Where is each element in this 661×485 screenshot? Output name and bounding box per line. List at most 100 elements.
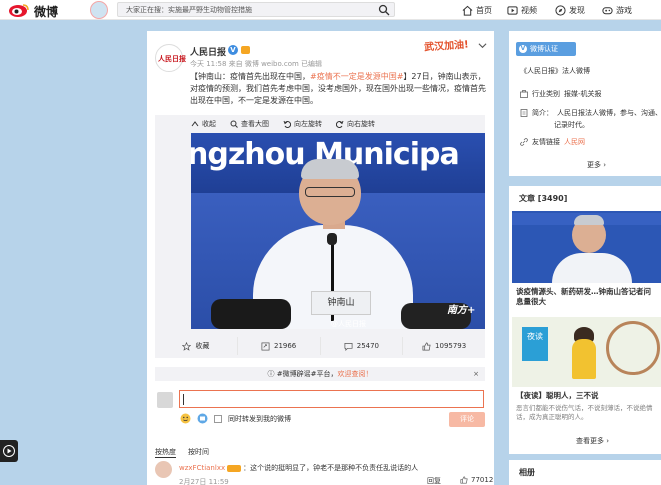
notice-link[interactable]: 欢迎查阅！: [337, 370, 372, 378]
nav-game[interactable]: 游戏: [602, 3, 632, 17]
nav-video[interactable]: 视频: [507, 3, 537, 17]
rotate-right-label: 向右旋转: [347, 120, 375, 128]
article-thumbnail-2[interactable]: 夜读: [512, 317, 661, 387]
article-title-2[interactable]: 【夜读】聪明人，三不说: [516, 391, 658, 401]
star-icon: [182, 341, 192, 351]
tab-time[interactable]: 按时间: [188, 447, 209, 458]
industry-label: 行业类别: [532, 90, 560, 98]
weibo-logo[interactable]: 微博: [8, 1, 88, 19]
top-navbar: 微博 大家正在搜：实施最严野生动物管控措施 首页 视频 发现 游戏: [0, 0, 661, 20]
post-actions: 收藏 21966 25470 1095793: [155, 337, 485, 355]
author-avatar-text: 人民日报: [158, 54, 186, 63]
submit-comment-button[interactable]: 评论: [449, 412, 485, 427]
post-text: 【钟南山：疫情首先出现在中国，#疫情不一定是发源中国#】27日，钟南山表示，对疫…: [190, 71, 486, 107]
like-button[interactable]: 1095793: [403, 337, 485, 355]
post-meta: 今天 11:58 来自 微博 weibo.com 已编辑: [190, 60, 323, 68]
hashtag-link[interactable]: #疫情不一定是发源中国#: [310, 72, 403, 81]
emoji-icon[interactable]: [180, 413, 191, 424]
intro-row: 简介： 人民日报法人微博，参与、沟通、: [520, 108, 661, 118]
comment-button[interactable]: 25470: [321, 337, 404, 355]
search-icon[interactable]: [378, 4, 390, 16]
game-icon: [602, 6, 613, 14]
like-icon: [460, 476, 468, 484]
nameplate: 钟南山: [311, 291, 371, 315]
info-icon: ⓘ: [267, 370, 277, 378]
night-read-logo: 夜读: [522, 327, 548, 361]
microphones-left: [211, 299, 291, 329]
nav-home-label: 首页: [476, 5, 492, 15]
repost-button[interactable]: 21966: [238, 337, 321, 355]
search-box[interactable]: 大家正在搜：实施最严野生动物管控措施: [117, 2, 395, 17]
nav-video-label: 视频: [521, 5, 537, 15]
verified-v-icon: V: [519, 45, 527, 53]
comment-like-count: 77012: [471, 476, 494, 484]
nav-home[interactable]: 首页: [462, 3, 492, 17]
rotate-left-label: 向左旋转: [294, 120, 322, 128]
favorite-label: 收藏: [195, 342, 210, 350]
comment-count: 25470: [356, 342, 380, 350]
video-icon: [507, 5, 518, 15]
tab-hot[interactable]: 按热度: [155, 447, 176, 458]
intro-value-continued: 记录时代。: [554, 121, 589, 129]
image-icon[interactable]: [197, 413, 208, 424]
thumb-person-hair: [574, 215, 604, 225]
author-avatar[interactable]: 人民日报: [155, 44, 186, 72]
comment-like-button[interactable]: 77012: [460, 476, 493, 484]
link-icon: [520, 138, 528, 146]
collapse-button[interactable]: 收起: [191, 119, 216, 129]
comment-sort-tabs: 按热度 按时间: [155, 447, 209, 458]
document-icon: [520, 109, 528, 117]
industry-value: 报媒-机关报: [564, 90, 602, 98]
sync-repost-checkbox[interactable]: [214, 414, 222, 423]
profile-more-link[interactable]: 更多 ›: [587, 160, 606, 170]
profile-info-card: V 微博认证 《人民日报》法人微博 行业类别 报媒-机关报 简介： 人民日报法人微…: [509, 31, 661, 176]
comment-input[interactable]: [179, 390, 484, 408]
comment-tools: 同时转发到我的微博: [180, 413, 291, 424]
microphone-icon: [327, 233, 337, 245]
profile-title: 《人民日报》法人微博: [520, 67, 590, 75]
like-count: 1095793: [435, 342, 467, 350]
view-large-button[interactable]: 查看大图: [230, 119, 269, 129]
link-label: 友情链接: [532, 138, 560, 146]
thumb-wheel: [606, 321, 660, 375]
article-desc-2: 恶言们都能不说伤气话，不说刻薄话，不说绝情话，成为真正聪明的人。: [516, 404, 653, 421]
briefcase-icon: [520, 90, 528, 98]
discover-icon: [555, 4, 566, 16]
photo-watermark: @人民日报: [331, 320, 366, 328]
post-photo[interactable]: ngzhou Municipa 钟南山 @人民日报 南方+: [191, 133, 485, 329]
chevron-down-icon[interactable]: [478, 41, 487, 50]
articles-more-link[interactable]: 查看更多 ›: [576, 436, 609, 446]
collapse-label: 收起: [202, 120, 216, 128]
rotate-right-icon: [336, 120, 344, 128]
like-icon: [422, 342, 431, 350]
repost-count: 21966: [273, 342, 297, 350]
favorite-button[interactable]: 收藏: [155, 337, 238, 355]
media-area: 收起 查看大图 向左旋转 向右旋转 ngzhou Municipa 钟南山 @人…: [155, 115, 485, 358]
commenter-name[interactable]: wzxFCtianlxx: [179, 464, 225, 472]
search-input[interactable]: 大家正在搜：实施最严野生动物管控措施: [126, 5, 252, 15]
rotate-right-button[interactable]: 向右旋转: [336, 119, 375, 129]
link-value[interactable]: 人民网: [564, 137, 585, 147]
nav-discover[interactable]: 发现: [555, 3, 585, 17]
close-icon[interactable]: ×: [473, 367, 479, 381]
industry-row: 行业类别 报媒-机关报: [520, 89, 602, 99]
rotate-left-icon: [283, 120, 291, 128]
article-title-1[interactable]: 谈疫情源头、新药研发…钟南山答记者问息量很大: [516, 287, 658, 307]
post-text-before: 【钟南山：疫情首先出现在中国，: [190, 72, 310, 81]
commenter-avatar[interactable]: [155, 461, 172, 478]
author-name[interactable]: 人民日报: [190, 45, 226, 58]
article-thumbnail-1[interactable]: [512, 211, 661, 283]
person-hair: [301, 159, 359, 179]
nav-game-label: 游戏: [616, 5, 632, 15]
intro-value: 人民日报法人微博，参与、沟通、: [557, 109, 661, 117]
photo-brand-mark: 南方+: [447, 305, 476, 316]
video-player-button[interactable]: [0, 440, 18, 462]
play-icon: [3, 445, 15, 457]
user-avatar[interactable]: [90, 1, 108, 19]
articles-heading: 文章 [3490]: [519, 194, 568, 203]
rotate-left-button[interactable]: 向左旋转: [283, 119, 322, 129]
verified-badge[interactable]: V 微博认证: [516, 42, 576, 56]
articles-card: 文章 [3490] 谈疫情源头、新药研发…钟南山答记者问息量很大 夜读 【夜读】…: [509, 186, 661, 454]
reply-button[interactable]: 回复: [427, 476, 441, 485]
intro-label: 简介：: [532, 109, 553, 117]
